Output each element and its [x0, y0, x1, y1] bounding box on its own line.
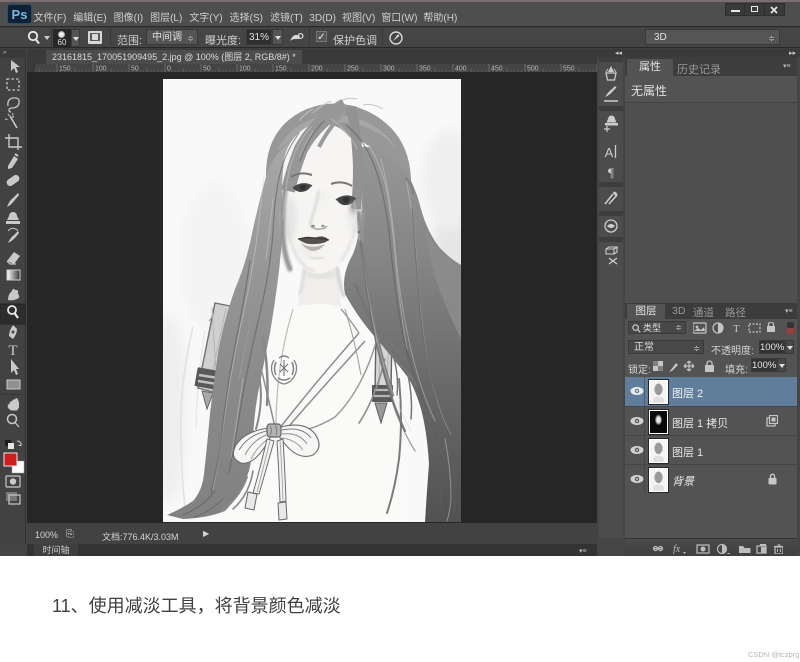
svg-text:T: T	[8, 343, 17, 359]
svg-text:¶: ¶	[608, 165, 614, 180]
svg-text:A: A	[605, 145, 614, 160]
svg-text:fx: fx	[673, 544, 681, 554]
svg-text:T: T	[733, 323, 740, 334]
